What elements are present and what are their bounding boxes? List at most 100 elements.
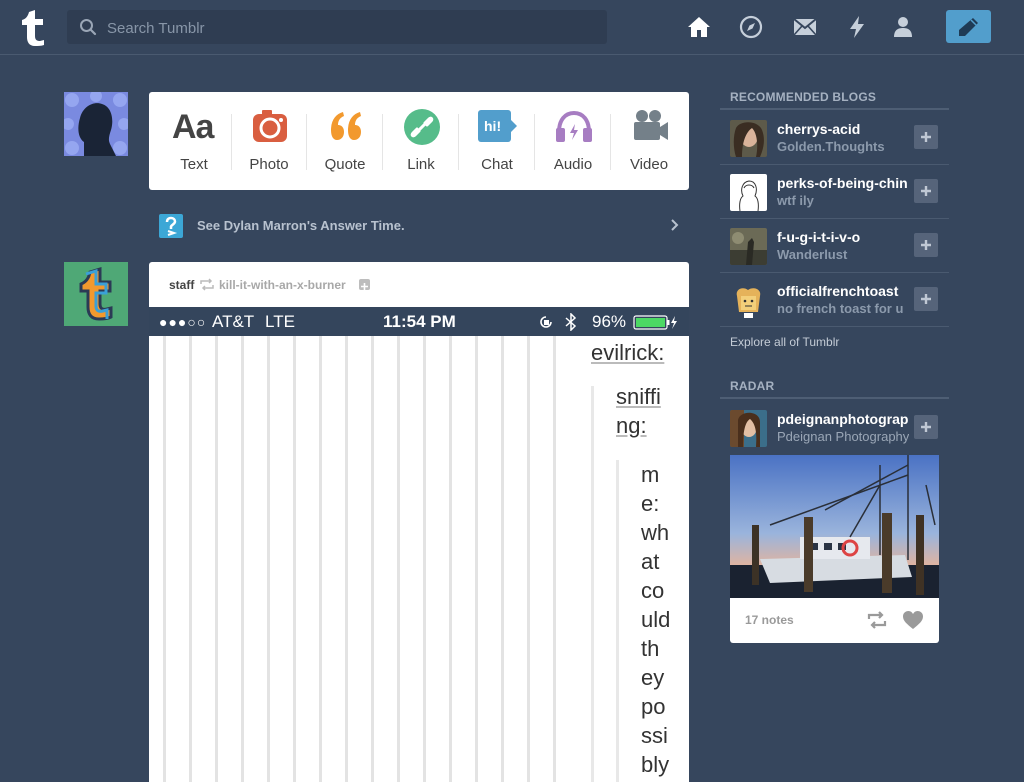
staff-avatar[interactable] [64,262,128,326]
phone-status-bar: ●●●○○ AT&T LTE 11:54 PM 96% [149,307,689,336]
reblog-icon[interactable] [866,610,888,630]
screenshot-stripe [189,336,192,782]
screenshot-text-line: wh [641,520,670,545]
screenshot-stripe [371,336,374,782]
recommended-blog-item[interactable]: cherrys-acid Golden.Thoughts [720,110,949,164]
blog-avatar [730,174,767,211]
post-type-label: Photo [249,156,289,173]
screenshot-stripe [163,336,166,782]
post-type-quote[interactable]: Quote [307,92,383,190]
radar-title: RADAR [730,379,775,393]
home-icon[interactable] [687,15,711,39]
screenshot-stripe [475,336,478,782]
compose-post-button[interactable] [946,10,991,43]
post-type-chat[interactable]: hi! Chat [459,92,535,190]
chat-bubble-icon: hi! [478,108,517,146]
radar-photo [730,455,939,598]
screenshot-text-line: uld [641,607,671,632]
post-type-link[interactable]: Link [383,92,459,190]
chat-icon-text: hi! [484,118,502,134]
follow-button[interactable] [914,179,938,203]
blog-name: cherrys-acid [777,121,861,137]
recommended-blog-item[interactable]: perks-of-being-chin wtf ily [720,164,949,218]
plus-icon [921,240,931,250]
screenshot-stripe [397,336,400,782]
follow-button[interactable] [914,415,938,439]
answer-time-banner[interactable]: See Dylan Marron's Answer Time. [149,205,689,245]
post-type-label: Chat [481,156,513,173]
follow-plus-icon[interactable] [359,279,370,290]
screenshot-text-line: ey [641,665,665,690]
screenshot-text-line: e: [641,491,660,516]
blog-tagline: wtf ily [777,193,814,208]
dashboard-post: staff kill-it-with-an-x-burner ●●●○○ AT&… [149,262,689,782]
post-type-label: Video [629,156,669,173]
messages-envelope-icon[interactable] [793,15,817,39]
screenshot-text-line: po [641,694,666,719]
divider [720,326,949,327]
recommended-blog-item[interactable]: officialfrenchtoast no french toast for … [720,272,949,326]
heart-like-icon[interactable] [902,610,924,630]
user-avatar[interactable] [64,92,128,156]
activity-lightning-icon[interactable] [845,15,869,39]
screenshot-text-line: ng: [616,413,647,438]
bluetooth-icon [565,313,577,331]
follow-button[interactable] [914,233,938,257]
screenshot-stripe [423,336,426,782]
quote-bar [616,460,619,782]
divider [720,397,949,399]
screenshot-text-line: co [641,578,665,603]
follow-button[interactable] [914,287,938,311]
carrier-name: AT&T [212,312,255,331]
radar-post-card[interactable]: 17 notes [730,455,939,643]
screenshot-text-line: at [641,549,660,574]
blog-tagline: Golden.Thoughts [777,139,885,154]
text-post-icon: Aa [172,108,214,146]
video-camera-icon [634,110,668,140]
post-type-label: Quote [324,156,366,173]
search-icon [80,19,97,36]
screenshot-stripe [293,336,296,782]
search-input[interactable] [105,10,599,46]
radar-blog-item[interactable]: pdeignanphotography Pdeignan Photography [720,400,949,454]
post-type-text[interactable]: Aa Text [156,92,232,190]
screenshot-stripe [527,336,530,782]
camera-icon [253,110,287,142]
question-icon [159,214,183,238]
explore-compass-icon[interactable] [739,15,763,39]
post-type-label: Audio [553,156,593,173]
plus-icon [921,294,931,304]
explore-all-link[interactable]: Explore all of Tumblr [730,335,839,349]
screenshot-stripe [319,336,322,782]
reblogged-from-link[interactable]: kill-it-with-an-x-burner [219,278,346,292]
post-author-link[interactable]: staff [169,278,194,292]
screenshot-text-line: bly [641,752,670,777]
follow-button[interactable] [914,125,938,149]
search-box[interactable] [67,10,607,46]
battery-icon [633,315,677,330]
screenshot-level2: sniffi ng: [616,382,661,440]
tumblr-logo-icon[interactable] [16,9,50,47]
link-chain-icon [404,109,440,145]
account-person-icon[interactable] [891,15,915,39]
screenshot-username: evilrick: [591,340,665,365]
post-header: staff kill-it-with-an-x-burner [149,262,689,307]
top-navigation-bar [0,0,1024,55]
notes-count[interactable]: 17 notes [745,613,794,627]
status-time: 11:54 PM [383,312,456,331]
screenshot-stripe [267,336,270,782]
battery-percent: 96% [592,312,627,331]
quote-marks-icon [331,112,361,140]
recommended-blog-item[interactable]: f-u-g-i-t-i-v-o Wanderlust [720,218,949,272]
screenshot-text-line: ssi [641,723,668,748]
headphones-icon [556,110,592,142]
reblog-icon [200,278,214,291]
screenshot-stripe [241,336,244,782]
screenshot-stripe [345,336,348,782]
post-type-video[interactable]: Video [611,92,687,190]
answer-time-text: See Dylan Marron's Answer Time. [197,218,405,233]
post-type-photo[interactable]: Photo [231,92,307,190]
plus-icon [921,186,931,196]
screenshot-level3: m e: wh at co uld th ey po ssi bly [641,460,670,779]
post-type-audio[interactable]: Audio [535,92,611,190]
